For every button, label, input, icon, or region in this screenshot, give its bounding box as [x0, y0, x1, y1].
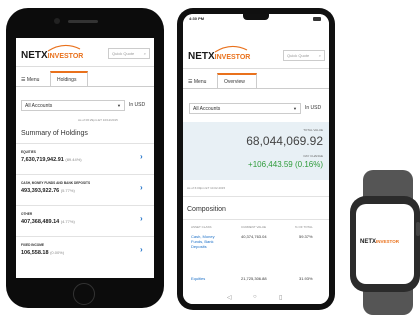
quick-quote-placeholder: Quick Quote — [112, 51, 135, 56]
android-nav-bar: ◁ ○ ▯ — [183, 292, 329, 304]
logo-sub-text: INVESTOR — [376, 239, 399, 244]
total-value: 68,044,069.92 — [246, 134, 323, 148]
quick-quote-input[interactable]: Quick Quote ⌕ — [283, 50, 325, 61]
chevron-down-icon: ▼ — [117, 103, 121, 108]
logo-main-text: NETX — [21, 50, 48, 61]
search-icon: ⌕ — [318, 53, 321, 58]
day-change-value: +106,443.59 (0.16%) — [248, 160, 323, 169]
battery-icon — [313, 17, 321, 21]
asset-percent: 31.93% — [299, 276, 313, 281]
hamburger-icon: ☰ — [21, 77, 26, 83]
row-value: 7,630,719,942.91 (89.44%) — [21, 157, 82, 163]
col-percent-total: % OF TOTAL — [295, 225, 313, 229]
asset-percent: 59.37% — [299, 234, 313, 239]
camera-notch — [243, 14, 269, 20]
status-bar: 4:30 PM — [183, 14, 329, 24]
logo-main-text: NETX — [188, 51, 215, 62]
home-nav-icon[interactable]: ○ — [253, 294, 257, 300]
quick-quote-placeholder: Quick Quote — [287, 53, 310, 58]
quick-quote-input[interactable]: Quick Quote ⌕ — [108, 48, 150, 59]
asset-link[interactable]: Equities — [191, 276, 205, 281]
account-select[interactable]: All Accounts ▼ — [189, 103, 301, 114]
section-title: Summary of Holdings — [21, 130, 88, 137]
asset-value: 40,374,763.04 — [241, 234, 267, 239]
back-nav-icon[interactable]: ◁ — [227, 294, 232, 301]
hamburger-icon: ☰ — [188, 79, 193, 85]
account-select-value: All Accounts — [25, 103, 53, 109]
home-button[interactable] — [73, 283, 95, 305]
watch-crown[interactable] — [416, 222, 420, 236]
holding-row-equities[interactable]: EQUITIES 7,630,719,942.91 (89.44%) › — [16, 144, 154, 174]
logo-swoosh-icon — [214, 45, 248, 53]
menu-button[interactable]: ☰ Menu — [188, 76, 214, 88]
logo-main-text: NETX — [360, 239, 377, 245]
logo-swoosh-icon — [47, 44, 81, 52]
logo-sub-text: INVESTOR — [214, 54, 251, 61]
tab-holdings[interactable]: Holdings — [50, 71, 88, 86]
menu-label: Menu — [26, 77, 40, 83]
logo-sub-text: INVESTOR — [47, 53, 84, 60]
tabs-divider — [183, 88, 329, 89]
header-divider — [16, 66, 154, 67]
col-current-value: CURRENT VALUE — [241, 225, 267, 229]
phone-camera — [54, 18, 60, 24]
as-of-timestamp: As of 6:00pm ET 10.02.2015 — [187, 186, 226, 190]
center-phone: 4:30 PM NETXINVESTOR Quick Quote ⌕ ☰ Men… — [177, 8, 335, 310]
row-value: 407,368,489.14 (4.77%) — [21, 219, 75, 225]
table-row[interactable]: Cash, Money Funds, Bank Deposits 40,374,… — [183, 232, 329, 268]
row-label: FIXED INCOME — [21, 243, 45, 247]
asset-link[interactable]: Cash, Money Funds, Bank Deposits — [191, 234, 225, 249]
menu-label: Menu — [193, 79, 207, 85]
composition-divider — [183, 219, 329, 220]
watch-netx-logo: NETXINVESTOR — [360, 239, 399, 245]
phone-speaker — [68, 20, 98, 23]
as-of-timestamp: As of 06:29pm ET 10/12/2015 — [78, 118, 118, 122]
row-label: CASH, MONEY FUNDS AND BANK DEPOSITS — [21, 181, 91, 185]
total-value-label: TOTAL VALUE — [303, 128, 323, 132]
center-screen: 4:30 PM NETXINVESTOR Quick Quote ⌕ ☰ Men… — [183, 14, 329, 304]
menu-button[interactable]: ☰ Menu — [21, 74, 47, 86]
chevron-right-icon: › — [140, 214, 143, 223]
row-label: OTHER — [21, 212, 33, 216]
row-value: 493,393,922.76 (5.77%) — [21, 188, 75, 194]
chevron-right-icon: › — [140, 183, 143, 192]
section-divider — [183, 196, 329, 197]
header-divider — [183, 68, 329, 69]
holding-row-cash[interactable]: CASH, MONEY FUNDS AND BANK DEPOSITS 493,… — [16, 175, 154, 205]
table-row[interactable]: Equities 21,725,306.88 31.93% — [183, 276, 329, 286]
chevron-down-icon: ▼ — [293, 106, 297, 111]
chevron-right-icon: › — [140, 152, 143, 161]
chevron-right-icon: › — [140, 245, 143, 254]
asset-value: 21,725,306.88 — [241, 276, 267, 281]
recents-nav-icon[interactable]: ▯ — [279, 294, 282, 301]
left-phone: NETXINVESTOR Quick Quote ⌕ ☰ Menu Holdin… — [6, 8, 164, 308]
row-value: 106,558.18 (0.00%) — [21, 250, 65, 256]
holding-row-fixed-income[interactable]: FIXED INCOME 106,558.18 (0.00%) › — [16, 237, 154, 267]
watch-body: NETXINVESTOR — [350, 196, 420, 292]
value-summary-panel: TOTAL VALUE 68,044,069.92 DAY CHANGE +10… — [183, 122, 329, 180]
tabs-divider — [16, 86, 154, 87]
tab-holdings-label: Holdings — [57, 77, 77, 83]
composition-title: Composition — [187, 206, 226, 213]
holding-row-other[interactable]: OTHER 407,368,489.14 (4.77%) › — [16, 206, 154, 236]
currency-label: In USD — [129, 102, 146, 108]
col-asset-class: ASSET CLASS — [191, 225, 212, 229]
search-icon: ⌕ — [143, 51, 146, 56]
tab-overview-label: Overview — [224, 79, 245, 85]
left-screen: NETXINVESTOR Quick Quote ⌕ ☰ Menu Holdin… — [16, 38, 154, 278]
row-label: EQUITIES — [21, 150, 36, 154]
day-change-label: DAY CHANGE — [303, 154, 323, 158]
currency-label: In USD — [305, 105, 322, 111]
tab-overview[interactable]: Overview — [217, 73, 257, 88]
account-select[interactable]: All Accounts ▼ — [21, 100, 125, 111]
status-time: 4:30 PM — [189, 16, 205, 21]
account-select-value: All Accounts — [193, 106, 221, 112]
watch-screen: NETXINVESTOR — [356, 204, 414, 284]
